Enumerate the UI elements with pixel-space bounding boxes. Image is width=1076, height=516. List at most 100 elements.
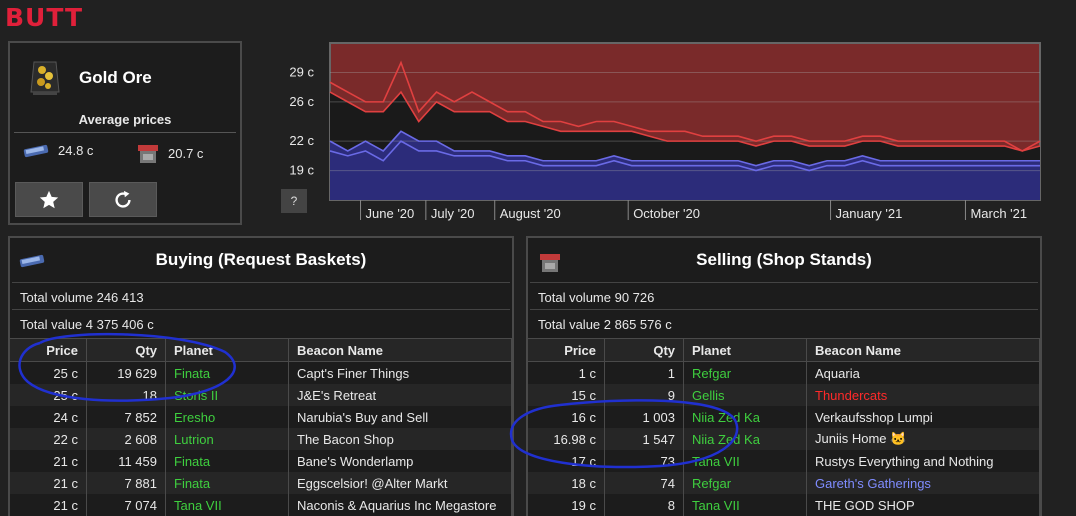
cell-beacon-name[interactable]: Eggscelsior! @Alter Markt — [289, 472, 512, 494]
buying-title: Buying (Request Baskets) — [10, 250, 512, 270]
divider — [12, 309, 510, 310]
chart-svg[interactable]: 29 c26 c22 c19 cJune '20July '20August '… — [272, 40, 1044, 225]
x-tick-label: August '20 — [500, 206, 561, 221]
cell-qty: 8 — [605, 494, 684, 516]
y-tick-label: 19 c — [289, 163, 314, 178]
cell-price: 21 c — [10, 494, 87, 516]
column-header-beacon-name[interactable]: Beacon Name — [807, 339, 1040, 362]
cell-qty: 19 629 — [87, 362, 166, 385]
star-icon — [38, 189, 60, 211]
cell-planet[interactable]: Eresho — [166, 406, 289, 428]
y-tick-label: 22 c — [289, 133, 314, 148]
cell-beacon-name[interactable]: Capt's Finer Things — [289, 362, 512, 385]
cell-beacon-name[interactable]: Naconis & Aquarius Inc Megastore — [289, 494, 512, 516]
cell-planet[interactable]: Refgar — [684, 472, 807, 494]
cell-planet[interactable]: Niia Zed Ka — [684, 406, 807, 428]
buy-average-price: 24.8 c — [58, 143, 93, 158]
column-header-planet[interactable]: Planet — [684, 339, 807, 362]
average-prices-title: Average prices — [10, 112, 240, 127]
table-row[interactable]: 16.98 c1 547Niia Zed KaJuniis Home 🐱 — [528, 428, 1040, 450]
sell-average-price: 20.7 c — [168, 146, 203, 161]
cell-qty: 74 — [605, 472, 684, 494]
column-header-qty[interactable]: Qty — [605, 339, 684, 362]
table-row[interactable]: 21 c7 881FinataEggscelsior! @Alter Markt — [10, 472, 512, 494]
table-row[interactable]: 21 c7 074Tana VIINaconis & Aquarius Inc … — [10, 494, 512, 516]
cell-qty: 73 — [605, 450, 684, 472]
divider — [12, 282, 510, 283]
cell-planet[interactable]: Refgar — [684, 362, 807, 385]
table-row[interactable]: 24 c7 852EreshoNarubia's Buy and Sell — [10, 406, 512, 428]
buying-panel: Buying (Request Baskets) Total volume 24… — [8, 236, 514, 516]
table-row[interactable]: 19 c8Tana VIITHE GOD SHOP — [528, 494, 1040, 516]
cell-price: 15 c — [528, 384, 605, 406]
x-tick-label: March '21 — [970, 206, 1027, 221]
cell-planet[interactable]: Finata — [166, 362, 289, 385]
cell-planet[interactable]: Storis II — [166, 384, 289, 406]
cell-beacon-name[interactable]: THE GOD SHOP — [807, 494, 1040, 516]
column-header-qty[interactable]: Qty — [87, 339, 166, 362]
cell-beacon-name[interactable]: Bane's Wonderlamp — [289, 450, 512, 472]
table-row[interactable]: 25 c19 629FinataCapt's Finer Things — [10, 362, 512, 385]
refresh-button[interactable] — [89, 182, 157, 217]
cell-planet[interactable]: Finata — [166, 450, 289, 472]
divider — [530, 309, 1038, 310]
cell-qty: 9 — [605, 384, 684, 406]
cell-beacon-name[interactable]: J&E's Retreat — [289, 384, 512, 406]
y-tick-label: 26 c — [289, 94, 314, 109]
chart-help-button[interactable]: ? — [281, 189, 307, 213]
app-logo[interactable]: BUTT — [5, 3, 83, 32]
selling-total-volume: Total volume 90 726 — [538, 290, 654, 305]
cell-price: 16.98 c — [528, 428, 605, 450]
cell-planet[interactable]: Tana VII — [684, 494, 807, 516]
cell-beacon-name[interactable]: Rustys Everything and Nothing — [807, 450, 1040, 472]
divider — [14, 132, 236, 133]
table-row[interactable]: 15 c9GellisThundercats — [528, 384, 1040, 406]
request-basket-icon — [22, 141, 52, 159]
column-header-beacon-name[interactable]: Beacon Name — [289, 339, 512, 362]
cell-beacon-name[interactable]: Aquaria — [807, 362, 1040, 385]
cell-beacon-name[interactable]: Verkaufsshop Lumpi — [807, 406, 1040, 428]
cell-planet[interactable]: Niia Zed Ka — [684, 428, 807, 450]
item-card: Gold Ore Average prices 24.8 c 20.7 c — [8, 41, 242, 225]
column-header-price[interactable]: Price — [528, 339, 605, 362]
table-row[interactable]: 17 c73Tana VIIRustys Everything and Noth… — [528, 450, 1040, 472]
cell-planet[interactable]: Lutrion — [166, 428, 289, 450]
table-row[interactable]: 16 c1 003Niia Zed KaVerkaufsshop Lumpi — [528, 406, 1040, 428]
selling-title: Selling (Shop Stands) — [528, 250, 1040, 270]
cell-beacon-name[interactable]: Juniis Home 🐱 — [807, 428, 1040, 450]
cell-planet[interactable]: Finata — [166, 472, 289, 494]
cell-beacon-name[interactable]: Narubia's Buy and Sell — [289, 406, 512, 428]
cell-price: 17 c — [528, 450, 605, 472]
cell-qty: 7 074 — [87, 494, 166, 516]
cell-planet[interactable]: Gellis — [684, 384, 807, 406]
x-tick-label: January '21 — [836, 206, 903, 221]
item-name: Gold Ore — [79, 68, 152, 88]
cell-qty: 18 — [87, 384, 166, 406]
column-header-planet[interactable]: Planet — [166, 339, 289, 362]
cell-qty: 1 547 — [605, 428, 684, 450]
cell-price: 25 c — [10, 362, 87, 385]
price-history-chart[interactable]: 29 c26 c22 c19 cJune '20July '20August '… — [272, 40, 1044, 225]
cell-qty: 7 881 — [87, 472, 166, 494]
cell-beacon-name[interactable]: The Bacon Shop — [289, 428, 512, 450]
divider — [530, 282, 1038, 283]
buying-table-body: 25 c19 629FinataCapt's Finer Things25 c1… — [10, 362, 512, 516]
cell-price: 21 c — [10, 472, 87, 494]
table-row[interactable]: 25 c18Storis IIJ&E's Retreat — [10, 384, 512, 406]
table-row[interactable]: 1 c1RefgarAquaria — [528, 362, 1040, 385]
cell-planet[interactable]: Tana VII — [166, 494, 289, 516]
column-header-price[interactable]: Price — [10, 339, 87, 362]
cell-beacon-name[interactable]: Gareth's Gatherings — [807, 472, 1040, 494]
x-tick-label: October '20 — [633, 206, 700, 221]
x-tick-label: June '20 — [366, 206, 415, 221]
cell-planet[interactable]: Tana VII — [684, 450, 807, 472]
cell-qty: 1 003 — [605, 406, 684, 428]
table-row[interactable]: 22 c2 608LutrionThe Bacon Shop — [10, 428, 512, 450]
favorite-button[interactable] — [15, 182, 83, 217]
gold-ore-icon — [28, 58, 62, 96]
buying-total-volume: Total volume 246 413 — [20, 290, 144, 305]
table-row[interactable]: 21 c11 459FinataBane's Wonderlamp — [10, 450, 512, 472]
cell-price: 18 c — [528, 472, 605, 494]
cell-beacon-name[interactable]: Thundercats — [807, 384, 1040, 406]
table-row[interactable]: 18 c74RefgarGareth's Gatherings — [528, 472, 1040, 494]
